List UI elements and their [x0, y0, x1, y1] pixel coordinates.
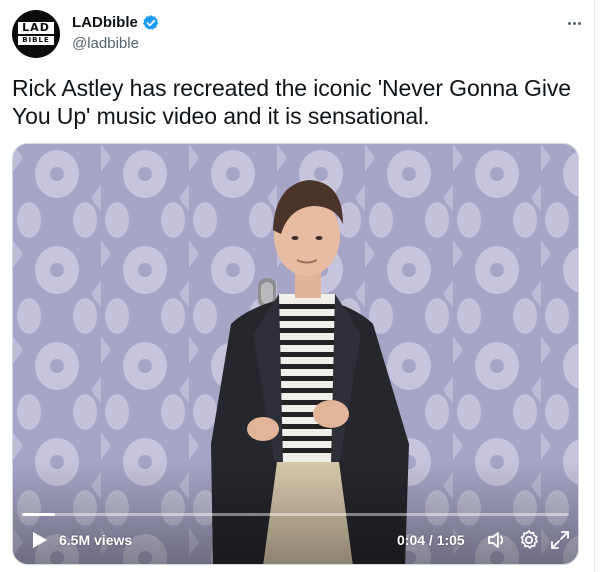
avatar[interactable]: LAD BIBLE	[12, 10, 60, 58]
video-player[interactable]: 6.5M views 0:04 / 1:05	[12, 143, 579, 565]
progress-bar[interactable]	[22, 513, 569, 516]
display-name[interactable]: LADbible	[72, 14, 138, 32]
video-controls: 6.5M views 0:04 / 1:05	[13, 518, 578, 564]
video-time: 0:04 / 1:05	[397, 532, 465, 548]
settings-icon[interactable]	[517, 528, 541, 552]
dot-icon	[572, 21, 576, 25]
view-count: 6.5M views	[59, 532, 133, 548]
name-row: LADbible	[72, 14, 160, 32]
tweet-header: LAD BIBLE LADbible @ladbible	[12, 10, 588, 60]
right-border	[594, 0, 595, 572]
video-frame	[13, 144, 578, 564]
verified-badge-icon	[142, 15, 159, 30]
avatar-logo-top: LAD	[18, 22, 54, 34]
more-options-button[interactable]	[560, 12, 588, 34]
tweet-text: Rick Astley has recreated the iconic 'Ne…	[12, 75, 571, 129]
progress-fill	[22, 513, 55, 516]
volume-icon[interactable]	[485, 528, 509, 552]
play-icon[interactable]	[27, 528, 51, 552]
dot-icon	[567, 21, 571, 25]
avatar-logo-bottom: BIBLE	[18, 36, 54, 45]
dot-icon	[577, 21, 581, 25]
fullscreen-icon[interactable]	[548, 528, 572, 552]
handle[interactable]: @ladbible	[72, 35, 139, 53]
